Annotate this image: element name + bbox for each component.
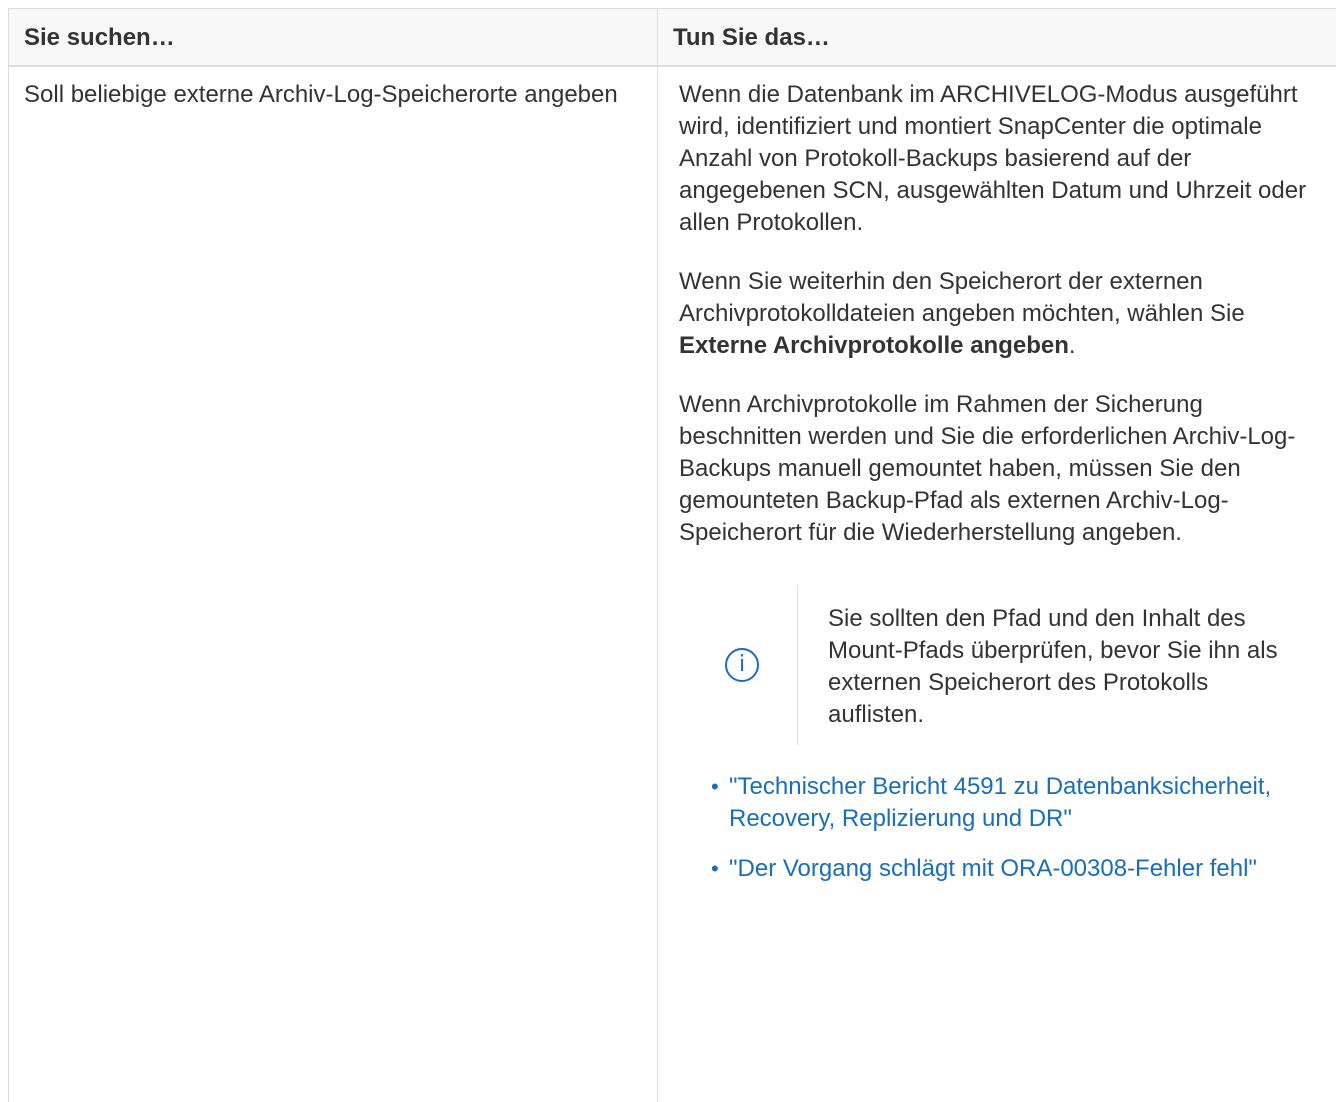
related-links-list: "Technischer Bericht 4591 zu Datenbanksi… xyxy=(679,771,1318,885)
note-text: Sie sollten den Pfad und den Inhalt des … xyxy=(828,599,1318,731)
paragraph-archivelog: Wenn die Datenbank im ARCHIVELOG-Modus a… xyxy=(679,79,1318,239)
list-item: "Der Vorgang schlägt mit ORA-00308-Fehle… xyxy=(707,853,1318,885)
table-header-row: Sie suchen… Tun Sie das… xyxy=(9,9,1336,67)
option-label-external-logs: Externe Archivprotokolle angeben xyxy=(679,332,1069,359)
info-table: Sie suchen… Tun Sie das… Soll beliebige … xyxy=(8,8,1336,1102)
paragraph-external-logs-text: Wenn Sie weiterhin den Speicherort der e… xyxy=(679,268,1245,327)
link-technical-report[interactable]: "Technischer Bericht 4591 zu Datenbanksi… xyxy=(729,773,1271,832)
cell-search: Soll beliebige externe Archiv-Log-Speich… xyxy=(9,66,658,1102)
cell-action: Wenn die Datenbank im ARCHIVELOG-Modus a… xyxy=(658,66,1336,1102)
list-item: "Technischer Bericht 4591 zu Datenbanksi… xyxy=(707,771,1318,835)
info-icon: i xyxy=(725,648,759,682)
paragraph-external-logs: Wenn Sie weiterhin den Speicherort der e… xyxy=(679,266,1318,362)
column-header-action: Tun Sie das… xyxy=(658,9,1336,67)
table-row: Soll beliebige externe Archiv-Log-Speich… xyxy=(9,66,1336,1102)
link-ora-00308-error[interactable]: "Der Vorgang schlägt mit ORA-00308-Fehle… xyxy=(729,855,1257,882)
note-icon-cell: i xyxy=(679,585,798,745)
note-box: i Sie sollten den Pfad und den Inhalt de… xyxy=(679,585,1318,745)
search-description: Soll beliebige externe Archiv-Log-Speich… xyxy=(24,81,618,108)
column-header-search: Sie suchen… xyxy=(9,9,658,67)
paragraph-pruned-logs: Wenn Archivprotokolle im Rahmen der Sich… xyxy=(679,389,1318,549)
paragraph-external-logs-end: . xyxy=(1069,332,1076,359)
